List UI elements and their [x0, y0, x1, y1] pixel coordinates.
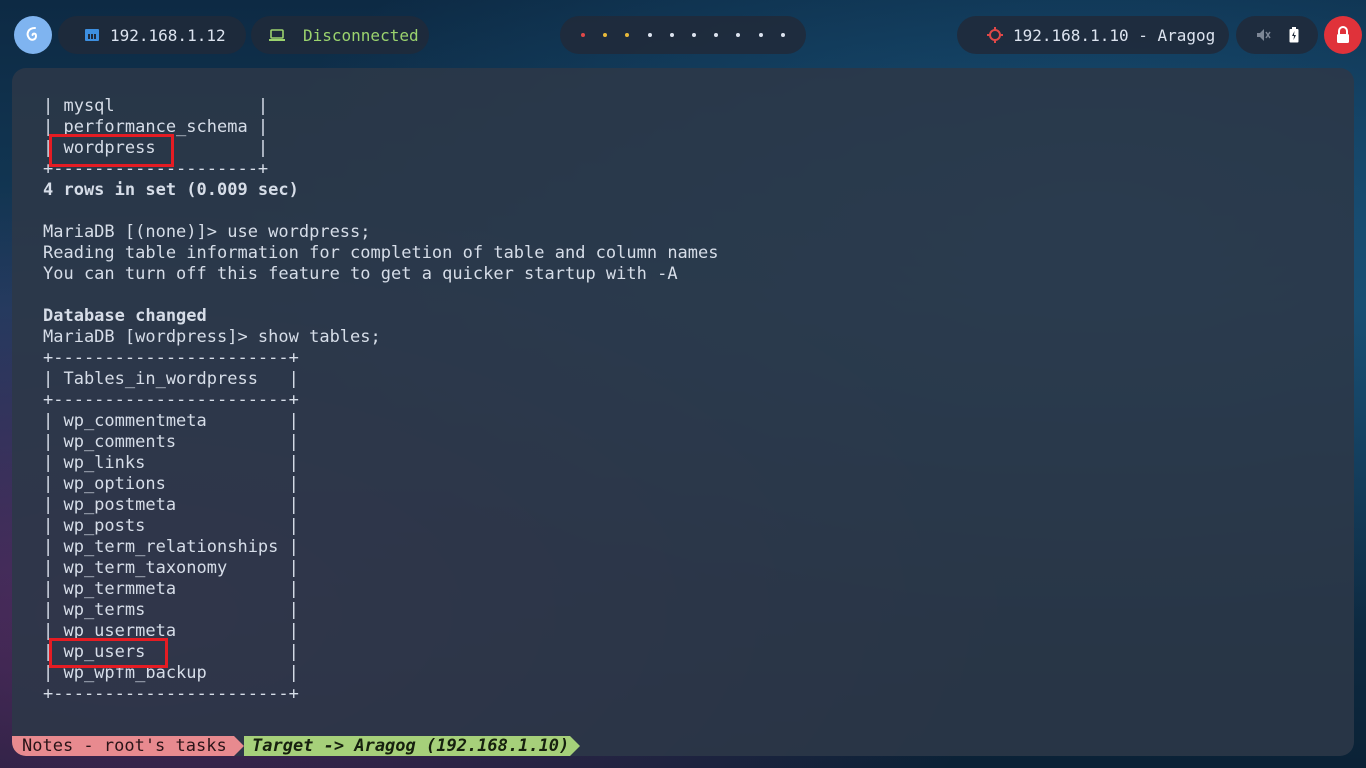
workspace-dot-10[interactable] [780, 33, 785, 37]
top-bar: 192.168.1.12 Disconnected 192.168.1.10 -… [0, 0, 1366, 70]
ethernet-icon [84, 27, 100, 43]
terminal-line: +-----------------------+ [43, 684, 299, 704]
workspace-switcher[interactable] [560, 16, 806, 54]
terminal-line: +-----------------------+ [43, 348, 299, 368]
mute-icon[interactable] [1255, 27, 1271, 43]
terminal-line: | wp_term_taxonomy | [43, 558, 299, 578]
workspace-dot-9[interactable] [758, 33, 763, 37]
system-status-widget[interactable] [1236, 16, 1318, 54]
terminal-line: | wp_postmeta | [43, 495, 299, 515]
terminal-line: | wp_posts | [43, 516, 299, 536]
vpn-status-widget[interactable]: Disconnected [251, 16, 429, 54]
highlight-box-wordpress [49, 134, 174, 167]
host-ip-label: 192.168.1.12 [110, 25, 226, 45]
workspace-dot-3[interactable] [625, 33, 630, 37]
terminal-line: Database changed [43, 306, 207, 326]
terminal-line: | mysql | [43, 96, 269, 116]
terminal-line: | wp_options | [43, 474, 299, 494]
workspace-dot-1[interactable] [581, 33, 586, 37]
workspace-dot-4[interactable] [647, 33, 652, 37]
target-segment[interactable]: Target -> Aragog (192.168.1.10) [244, 736, 570, 756]
terminal-line: | wp_links | [43, 453, 299, 473]
target-widget[interactable]: 192.168.1.10 - Aragog [957, 16, 1229, 54]
highlight-box-wp-users [49, 638, 168, 668]
workspace-dot-5[interactable] [669, 33, 674, 37]
notes-segment[interactable]: Notes - root's tasks [12, 736, 234, 756]
segment-arrow [570, 736, 580, 756]
terminal-line: +-----------------------+ [43, 390, 299, 410]
workspace-dot-7[interactable] [714, 33, 719, 37]
lock-icon [1335, 26, 1351, 44]
power-lock-button[interactable] [1324, 16, 1362, 54]
tmux-status-line: Notes - root's tasks Target -> Aragog (1… [12, 736, 1354, 756]
workspace-dot-2[interactable] [603, 33, 608, 37]
terminal-line: MariaDB [wordpress]> show tables; [43, 327, 381, 347]
workspace-dot-6[interactable] [692, 33, 697, 37]
terminal-line: | wp_commentmeta | [43, 411, 299, 431]
logo-button[interactable] [14, 16, 52, 54]
terminal-line: | wp_terms | [43, 600, 299, 620]
terminal-line: | wp_term_relationships | [43, 537, 299, 557]
host-ip-widget[interactable]: 192.168.1.12 [58, 16, 246, 54]
debian-swirl-icon [23, 25, 43, 45]
target-label: 192.168.1.10 - Aragog [1013, 25, 1216, 45]
terminal-line: | wp_comments | [43, 432, 299, 452]
segment-arrow [234, 736, 244, 756]
terminal-output: | mysql | | performance_schema | | wordpre… [43, 96, 719, 705]
crosshair-target-icon [987, 27, 1003, 43]
terminal-window[interactable]: | mysql | | performance_schema | | wordpre… [12, 68, 1354, 756]
terminal-line: MariaDB [(none)]> use wordpress; [43, 222, 371, 242]
terminal-line: | wp_termmeta | [43, 579, 299, 599]
terminal-line: 4 rows in set (0.009 sec) [43, 180, 299, 200]
terminal-line: You can turn off this feature to get a q… [43, 264, 678, 284]
terminal-line: | Tables_in_wordpress | [43, 369, 299, 389]
laptop-icon [269, 28, 285, 42]
battery-icon[interactable] [1289, 27, 1299, 43]
vpn-status-label: Disconnected [303, 25, 419, 45]
workspace-dot-8[interactable] [736, 33, 741, 37]
terminal-line: Reading table information for completion… [43, 243, 719, 263]
